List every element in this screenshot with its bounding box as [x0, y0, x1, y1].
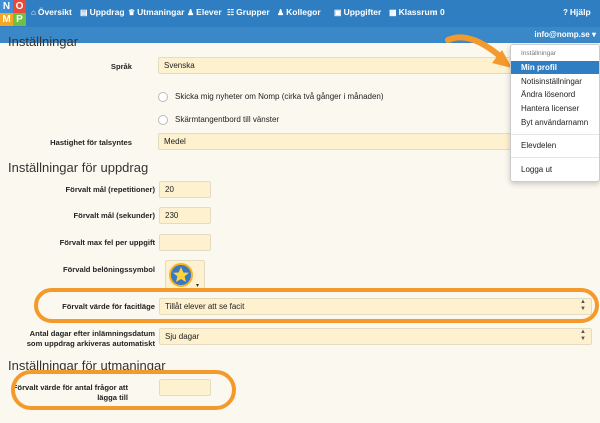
dropdown-divider — [511, 157, 599, 158]
star-badge-icon: ▾ — [169, 263, 199, 289]
select-arrows-icon: ▲ ▼ — [580, 329, 586, 342]
reward-symbol-picker[interactable]: ▾ — [165, 260, 205, 291]
user-dropdown-menu: Inställningar Min profil Notisinställnin… — [510, 44, 600, 182]
keyboard-left-label: Skärmtangentbord till vänster — [175, 115, 280, 124]
nav-grupper[interactable]: ☷ Grupper — [227, 7, 270, 17]
person-icon: ♟ — [187, 8, 195, 17]
user-email: info@nomp.se — [534, 30, 590, 39]
trophy-icon: ♛ — [128, 8, 136, 17]
highlight-facit — [34, 288, 599, 323]
goal-secs-input[interactable]: 230 — [159, 207, 211, 224]
dropdown-divider — [511, 134, 599, 135]
logo-letter-p: P — [13, 13, 26, 26]
goal-reps-label: Förvalt mål (repetitioner) — [65, 185, 155, 194]
classroom-icon: ▦ — [389, 8, 397, 17]
group-icon: ☷ — [227, 8, 235, 17]
highlight-questions — [11, 370, 236, 410]
menu-item-my-profile[interactable]: Min profil — [511, 61, 599, 74]
archive-days-select[interactable]: Sju dagar ▲ ▼ — [159, 328, 592, 345]
menu-item-notifications[interactable]: Notisinställningar — [511, 75, 599, 88]
tasks-icon: ▣ — [334, 8, 342, 17]
user-menu-toggle[interactable]: info@nomp.se ▾ — [534, 30, 596, 39]
speech-speed-label: Hastighet för talsyntes — [50, 138, 132, 147]
nav-elever[interactable]: ♟ Elever — [187, 7, 222, 17]
caret-down-icon: ▾ — [591, 30, 596, 39]
nav-help[interactable]: ? Hjälp — [563, 7, 591, 17]
menu-item-change-username[interactable]: Byt användarnamn — [511, 116, 599, 129]
speech-speed-select[interactable]: Medel — [158, 133, 518, 150]
top-nav-bar: N O M P ⌂ Översikt ▤ Uppdrag ♛ Utmaningar ♟… — [0, 0, 600, 27]
logo-letter-m: M — [0, 13, 13, 26]
help-icon: ? — [563, 8, 568, 17]
book-icon: ▤ — [80, 8, 88, 17]
max-errors-label: Förvalt max fel per uppgift — [59, 238, 155, 247]
goal-secs-label: Förvalt mål (sekunder) — [73, 211, 155, 220]
logo-letter-n: N — [0, 0, 13, 13]
dropdown-header: Inställningar — [521, 50, 557, 57]
newsletter-checkbox[interactable] — [158, 92, 168, 102]
home-icon: ⌂ — [31, 8, 36, 17]
menu-item-licenses[interactable]: Hantera licenser — [511, 102, 599, 115]
nav-notifications[interactable]: ♫ 0 — [432, 7, 445, 17]
nav-utmaningar[interactable]: ♛ Utmaningar — [128, 7, 184, 17]
menu-item-logout[interactable]: Logga ut — [511, 163, 599, 176]
nav-uppdrag[interactable]: ▤ Uppdrag — [80, 7, 125, 17]
nav-uppgifter[interactable]: ▣ Uppgifter — [334, 7, 381, 17]
menu-item-student-part[interactable]: Elevdelen — [511, 139, 599, 152]
notification-count: 0 — [440, 7, 445, 17]
nav-kollegor[interactable]: ♟ Kollegor — [277, 7, 321, 17]
nav-oversikt[interactable]: ⌂ Översikt — [31, 7, 72, 17]
colleagues-icon: ♟ — [277, 8, 285, 17]
archive-days-label: Antal dagar efter inlämningsdatum som upp… — [26, 329, 155, 348]
language-label: Språk — [110, 62, 132, 71]
section-title-assignments: Inställningar för uppdrag — [8, 160, 149, 175]
max-errors-input[interactable] — [159, 234, 211, 251]
newsletter-label: Skicka mig nyheter om Nomp (cirka två gå… — [175, 92, 384, 101]
goal-reps-input[interactable]: 20 — [159, 181, 211, 198]
reward-symbol-label: Förvald belöningssymbol — [63, 265, 155, 274]
menu-item-change-password[interactable]: Ändra lösenord — [511, 88, 599, 101]
bell-icon: ♫ — [432, 8, 438, 17]
keyboard-left-checkbox[interactable] — [158, 115, 168, 125]
nav-klassrum[interactable]: ▦ Klassrum — [389, 7, 437, 17]
section-title-settings: Inställningar — [8, 34, 79, 49]
logo-letter-o: O — [13, 0, 26, 13]
